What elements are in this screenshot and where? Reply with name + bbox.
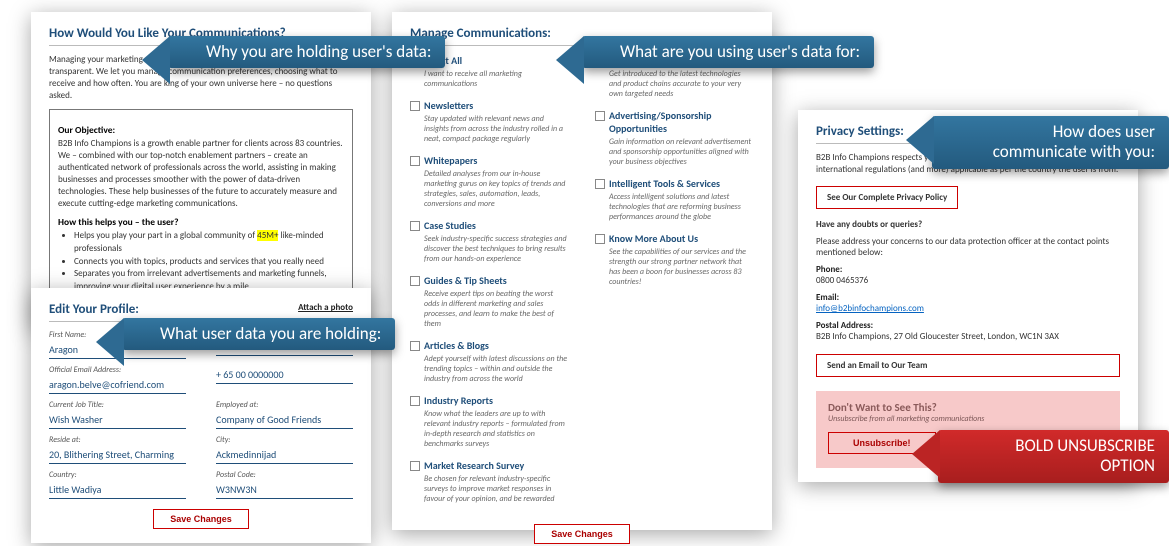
email-label: Email:: [816, 292, 1120, 303]
save-communications-button[interactable]: Save Changes: [534, 524, 630, 544]
callout-why: Why you are holding user's data:: [168, 36, 445, 68]
comm-desc: I want to receive all marketing communic…: [410, 69, 569, 89]
postal-label: Postal Address:: [816, 320, 1120, 331]
comm-checkbox-case-studies[interactable]: Case Studies: [410, 219, 569, 232]
comm-col-right: Product UpdatesGet introduced to the lat…: [595, 54, 754, 514]
comm-item: Newsletters Stay updated with relevant ne…: [410, 99, 569, 144]
save-profile-button[interactable]: Save Changes: [153, 509, 249, 529]
comm-item: Market Research Survey Be chosen for rele…: [410, 459, 569, 504]
comm-checkbox-whitepapers[interactable]: Whitepapers: [410, 154, 569, 167]
comm-desc: Receive expert tips on beating the worst…: [410, 289, 569, 329]
job-label: Current Job Title:: [49, 400, 186, 410]
comm-item: Intelligent Tools & Services Access intel…: [595, 177, 754, 222]
comm-item: Industry Reports Know what the leaders ar…: [410, 394, 569, 449]
phone-field[interactable]: + 65 00 0000000: [216, 367, 353, 384]
comm-checkbox-newsletters[interactable]: Newsletters: [410, 99, 569, 112]
postal-label: Postal Code:: [216, 470, 353, 480]
bullet-1: Helps you play your part in a global com…: [74, 230, 344, 255]
comm-item: Advertising/Sponsorship OpportunitiesGai…: [595, 109, 754, 167]
helps-label: How this helps you – the user?: [58, 216, 344, 228]
job-field[interactable]: Wish Washer: [49, 412, 186, 429]
callout-communicate: How does user communicate with you:: [932, 116, 1169, 169]
email-label: Official Email Address:: [49, 365, 186, 375]
comm-item: Guides & Tip Sheets Receive expert tips o…: [410, 274, 569, 329]
email-link[interactable]: info@b2binfochampions.com: [816, 303, 924, 314]
reside-label: Reside at:: [49, 435, 186, 445]
doubts-heading: Have any doubts or queries?: [816, 219, 1120, 230]
comm-item: Know More About Us See the capabilities o…: [595, 232, 754, 287]
comm-item: Whitepapers Detailed analyses from our in…: [410, 154, 569, 209]
bullet-2: Connects you with topics, products and s…: [74, 256, 344, 269]
send-email-button[interactable]: Send an Email to Our Team: [816, 354, 1120, 377]
employer-field[interactable]: Company of Good Friends: [216, 412, 353, 429]
comm-checkbox-intelligent-tools-services[interactable]: Intelligent Tools & Services: [595, 177, 754, 190]
comm-checkbox-advertising-sponsorship-opportunities[interactable]: Advertising/Sponsorship Opportunities: [595, 109, 754, 135]
city-label: City:: [216, 435, 353, 445]
comm-checkbox-industry-reports[interactable]: Industry Reports: [410, 394, 569, 407]
comm-desc: Adept yourself with latest discussions o…: [410, 354, 569, 384]
comm-desc: Stay updated with relevant news and insi…: [410, 114, 569, 144]
privacy-policy-button[interactable]: See Our Complete Privacy Policy: [816, 186, 958, 209]
callout-bold-unsub: BOLD UNSUBSCRIBE OPTION: [938, 430, 1169, 483]
comm-desc: Get introduced to the latest technologie…: [595, 69, 754, 99]
city-field[interactable]: Ackmedinnijad: [216, 447, 353, 464]
postal-field[interactable]: W3NW3N: [216, 482, 353, 499]
comm-desc: See the capabilities of our services and…: [595, 247, 754, 287]
comm-desc: Detailed analyses from our in-house mark…: [410, 169, 569, 209]
comm-item: Articles & Blogs Adept yourself with late…: [410, 339, 569, 384]
comm-item: Case Studies Seek industry-specific succe…: [410, 219, 569, 264]
comm-checkbox-market-research-survey[interactable]: Market Research Survey: [410, 459, 569, 472]
comm-desc: Seek industry-specific success strategie…: [410, 234, 569, 264]
comm-col-left: Select AllI want to receive all marketin…: [410, 54, 569, 514]
comm-desc: Access intelligent solutions and latest …: [595, 192, 754, 222]
manage-communications-panel: Manage Communications: Select AllI want …: [392, 12, 772, 530]
country-field[interactable]: Little Wadiya: [49, 482, 186, 499]
comm-desc: Gain information on relevant advertiseme…: [595, 137, 754, 167]
email-field[interactable]: aragon.belve@cofriend.com: [49, 377, 186, 394]
attach-photo-link[interactable]: Attach a photo: [298, 302, 353, 313]
employer-label: Employed at:: [216, 400, 353, 410]
callout-holding: What user data you are holding:: [122, 318, 395, 350]
unsub-subtitle: Unsubscribe from all marketing communica…: [828, 414, 1108, 424]
callout-using-for: What are you using user's data for:: [582, 36, 874, 68]
phone-label: Phone:: [816, 264, 1120, 275]
unsub-title: Don't Want to See This?: [828, 401, 1108, 414]
objective-label: Our Objective:: [58, 124, 344, 136]
comm-checkbox-articles-blogs[interactable]: Articles & Blogs: [410, 339, 569, 352]
comm-checkbox-guides-tip-sheets[interactable]: Guides & Tip Sheets: [410, 274, 569, 287]
phone-value: 0800 0465376: [816, 275, 1120, 286]
address-concerns-text: Please address your concerns to our data…: [816, 236, 1120, 258]
comm-desc: Be chosen for relevant industry-specific…: [410, 474, 569, 504]
comm-desc: Know what the leaders are up to with rel…: [410, 409, 569, 449]
comm-checkbox-know-more-about-us[interactable]: Know More About Us: [595, 232, 754, 245]
reside-field[interactable]: 20, Blithering Street, Charming: [49, 447, 186, 464]
country-label: Country:: [49, 470, 186, 480]
postal-value: B2B Info Champions, 27 Old Gloucester St…: [816, 331, 1120, 342]
objective-box: Our Objective: B2B Info Champions is a g…: [49, 109, 353, 315]
objective-text: B2B Info Champions is a growth enable pa…: [58, 138, 344, 211]
